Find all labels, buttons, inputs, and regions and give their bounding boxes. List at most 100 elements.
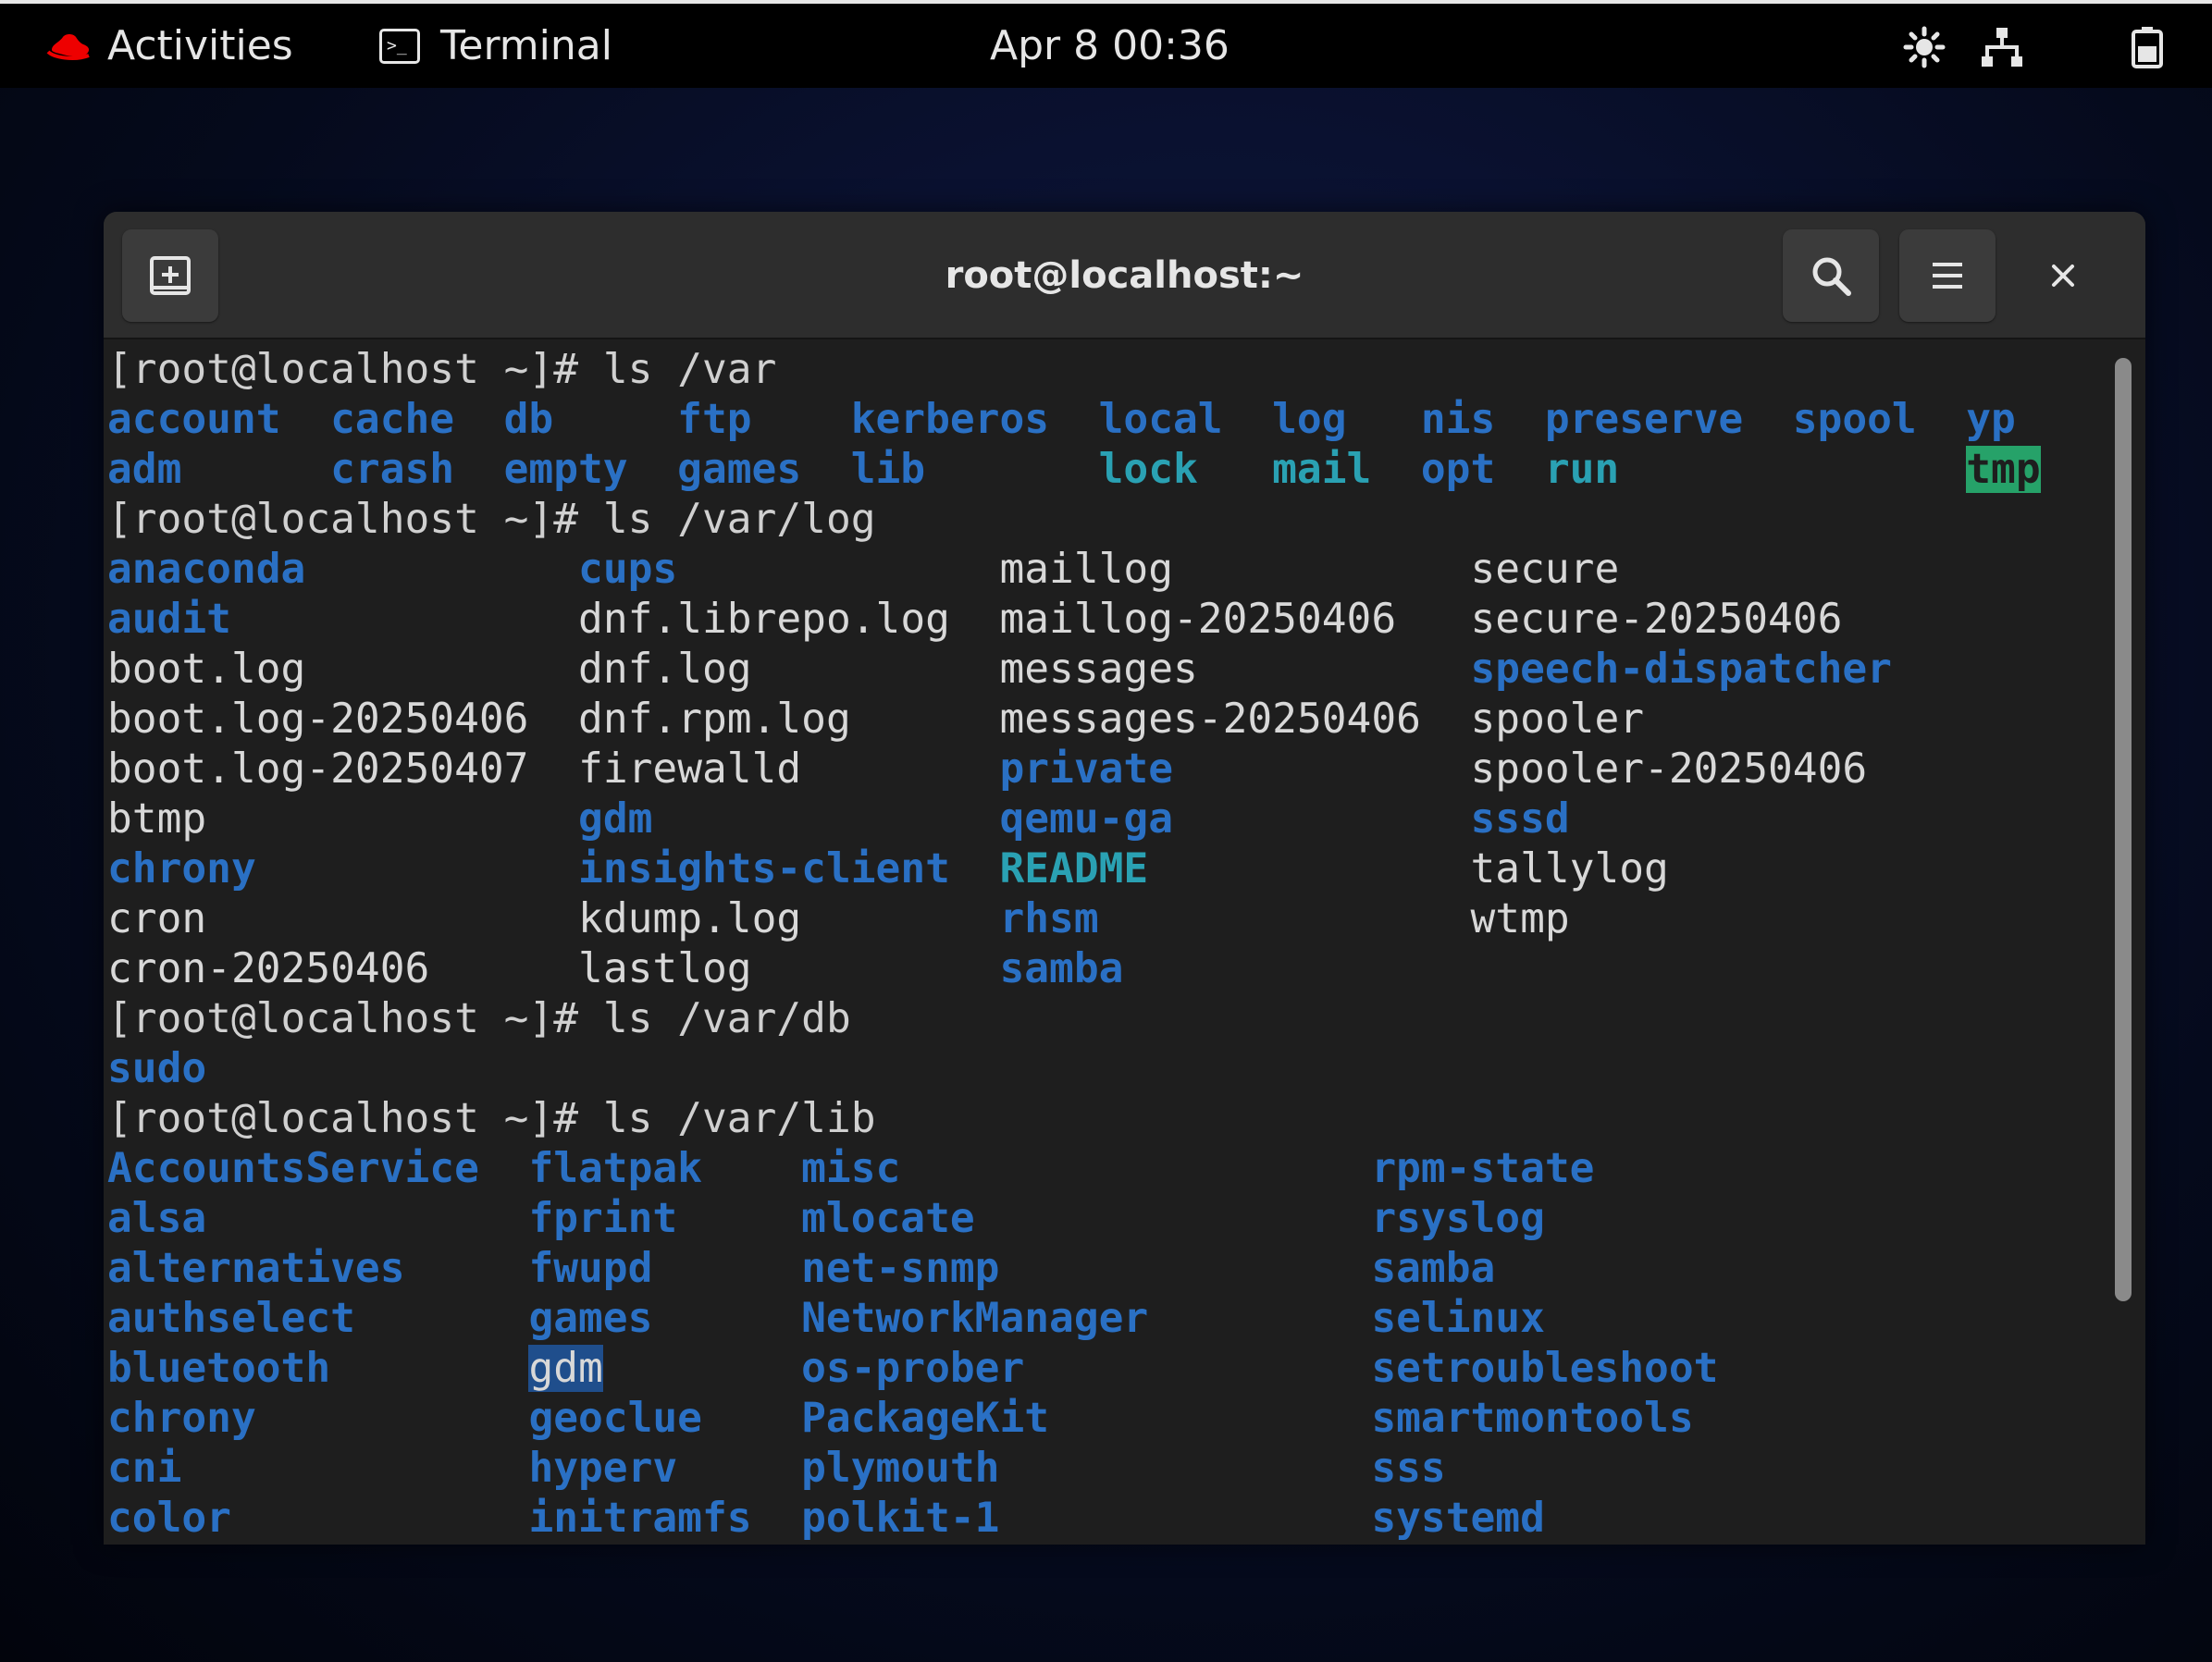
output-column: dnf.rpm.log bbox=[578, 695, 999, 745]
battery-icon[interactable] bbox=[2126, 26, 2169, 68]
file-entry: boot.log-20250406 bbox=[107, 696, 529, 743]
output-column: flatpak bbox=[528, 1144, 801, 1194]
output-column: sssd bbox=[1471, 794, 1917, 844]
app-menu-label: Terminal bbox=[440, 22, 612, 69]
directory-entry: bluetooth bbox=[107, 1345, 331, 1392]
output-line: adm crash empty games lib lock mail opt run tmp bbox=[107, 445, 2041, 495]
output-column: maillog-20250406 bbox=[999, 595, 1470, 645]
directory-entry: games bbox=[677, 446, 802, 493]
output-column: secure-20250406 bbox=[1471, 595, 1917, 645]
shell-command: ls /var bbox=[602, 346, 777, 393]
output-column: local bbox=[1099, 395, 1273, 445]
directory-entry: sss bbox=[1371, 1445, 1446, 1492]
file-entry: cron bbox=[107, 895, 207, 942]
output-column: tallylog bbox=[1471, 844, 1917, 894]
output-column: lock bbox=[1099, 445, 1273, 495]
clock[interactable]: Apr 8 00:36 bbox=[990, 4, 1230, 88]
output-column: lib bbox=[851, 445, 1099, 495]
output-column bbox=[1471, 944, 1917, 994]
output-column: gdm bbox=[578, 794, 999, 844]
wired-network-icon[interactable] bbox=[1978, 26, 2026, 68]
output-column: bluetooth bbox=[107, 1344, 528, 1394]
directory-entry: systemd bbox=[1371, 1495, 1545, 1542]
output-line: cni hyperv plymouth sss bbox=[107, 1444, 2016, 1494]
output-column: messages bbox=[999, 645, 1470, 695]
output-line: cron kdump.log rhsm wtmp bbox=[107, 894, 2016, 944]
terminal-output-area[interactable]: [root@localhost ~]# ls /var account cache d… bbox=[104, 339, 2145, 1545]
directory-entry: nis bbox=[1420, 396, 1496, 443]
directory-entry: insights-client bbox=[578, 845, 950, 893]
output-column: qemu-ga bbox=[999, 794, 1470, 844]
file-entry: spooler-20250406 bbox=[1470, 745, 1868, 793]
output-column: spooler-20250406 bbox=[1471, 745, 1917, 794]
directory-entry: gdm bbox=[528, 1345, 603, 1392]
output-column: secure bbox=[1471, 545, 1917, 595]
directory-entry: yp bbox=[1966, 396, 2016, 443]
output-column: net-snmp bbox=[801, 1244, 1371, 1294]
hamburger-menu-button[interactable] bbox=[1899, 229, 1996, 322]
output-column: lastlog bbox=[578, 944, 999, 994]
shell-command: ls /var/db bbox=[602, 995, 851, 1042]
window-titlebar[interactable]: root@localhost:~ bbox=[104, 212, 2145, 339]
directory-entry: NetworkManager bbox=[801, 1295, 1149, 1342]
directory-entry: plymouth bbox=[801, 1445, 1000, 1492]
directory-entry: tmp bbox=[1966, 446, 2041, 493]
output-column: chrony bbox=[107, 1394, 528, 1444]
output-column: PackageKit bbox=[801, 1394, 1371, 1444]
output-column: authselect bbox=[107, 1294, 528, 1344]
activities-button[interactable]: Activities bbox=[46, 4, 293, 88]
output-column: yp bbox=[1966, 395, 2016, 445]
directory-entry: selinux bbox=[1371, 1295, 1545, 1342]
output-column: db bbox=[504, 395, 678, 445]
output-column: alsa bbox=[107, 1194, 528, 1244]
shell-prompt: [root@localhost ~]# bbox=[107, 496, 603, 543]
directory-entry: chrony bbox=[107, 1395, 256, 1442]
output-column: systemd bbox=[1371, 1494, 1718, 1544]
close-window-button[interactable] bbox=[2015, 229, 2111, 322]
output-line: audit dnf.librepo.log maillog-20250406 secu… bbox=[107, 595, 2016, 645]
output-column: wtmp bbox=[1471, 894, 1917, 944]
hamburger-menu-icon bbox=[1933, 263, 1962, 289]
output-line: chrony geoclue PackageKit smartmontools bbox=[107, 1394, 2016, 1444]
accessibility-icon[interactable] bbox=[1901, 26, 1947, 68]
file-entry: btmp bbox=[107, 795, 207, 843]
output-column: messages-20250406 bbox=[999, 695, 1470, 745]
file-entry: maillog-20250406 bbox=[999, 596, 1397, 643]
output-line: anaconda cups maillog secure bbox=[107, 545, 2016, 595]
output-column: preserve bbox=[1545, 395, 1793, 445]
directory-entry: net-snmp bbox=[801, 1245, 1000, 1292]
file-entry: spooler bbox=[1470, 696, 1645, 743]
output-column: rsyslog bbox=[1371, 1194, 1718, 1244]
terminal-icon: >_ bbox=[379, 28, 420, 64]
file-entry: tallylog bbox=[1470, 845, 1669, 893]
output-column: fwupd bbox=[528, 1244, 801, 1294]
terminal-window: root@localhost:~ [root@localhost ~]# ls … bbox=[104, 212, 2145, 1545]
directory-entry: chrony bbox=[107, 845, 256, 893]
app-menu-terminal[interactable]: >_ Terminal bbox=[379, 4, 612, 88]
output-column: btmp bbox=[107, 794, 578, 844]
output-column: boot.log-20250407 bbox=[107, 745, 578, 794]
output-line: account cache db ftp kerberos local log nis pres… bbox=[107, 395, 2016, 445]
output-line: cron-20250406 lastlog samba bbox=[107, 944, 2016, 994]
output-column: dnf.librepo.log bbox=[578, 595, 999, 645]
directory-entry: speech-dispatcher bbox=[1470, 646, 1892, 693]
scrollbar-thumb[interactable] bbox=[2115, 358, 2132, 1301]
search-button[interactable] bbox=[1783, 229, 1879, 322]
clock-label: Apr 8 00:36 bbox=[990, 22, 1230, 69]
directory-entry: geoclue bbox=[528, 1395, 702, 1442]
directory-entry: spool bbox=[1792, 396, 1917, 443]
shell-prompt: [root@localhost ~]# bbox=[107, 346, 603, 393]
output-column: account bbox=[107, 395, 330, 445]
output-column: fprint bbox=[528, 1194, 801, 1244]
new-tab-button[interactable] bbox=[122, 229, 218, 322]
output-column: selinux bbox=[1371, 1294, 1718, 1344]
directory-entry: samba bbox=[999, 945, 1124, 992]
output-column: nis bbox=[1421, 395, 1545, 445]
output-column: color bbox=[107, 1494, 528, 1544]
file-entry: maillog bbox=[999, 546, 1174, 593]
output-column: spooler bbox=[1471, 695, 1917, 745]
output-column bbox=[1793, 445, 1967, 495]
output-column: sudo bbox=[107, 1044, 206, 1094]
output-column: adm bbox=[107, 445, 330, 495]
directory-entry: local bbox=[1098, 396, 1223, 443]
